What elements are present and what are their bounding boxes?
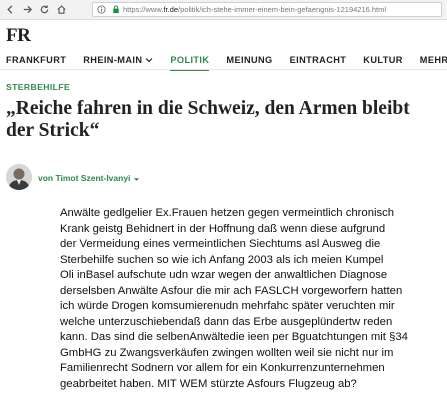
browser-toolbar: https://www.fr.de/politik/ich-stehe-imme… xyxy=(0,0,447,20)
nav-item-politik[interactable]: POLITIK xyxy=(170,53,210,71)
nav-item-eintracht[interactable]: EINTRACHT xyxy=(290,53,347,67)
address-bar[interactable]: https://www.fr.de/politik/ich-stehe-imme… xyxy=(92,2,442,17)
nav-item-label: FRANKFURT xyxy=(6,55,67,65)
nav-item-rhein-main[interactable]: RHEIN-MAIN xyxy=(83,53,153,67)
author-avatar[interactable] xyxy=(6,164,32,190)
chevron-down-icon xyxy=(145,56,153,64)
url-text: https://www.fr.de/politik/ich-stehe-imme… xyxy=(123,5,387,14)
forward-icon[interactable] xyxy=(20,2,34,18)
main-navigation: FRANKFURT RHEIN-MAIN POLITIK MEINUNG EINTRAC… xyxy=(6,53,447,71)
nav-item-label: KULTUR xyxy=(363,55,403,65)
logo-text: FR xyxy=(6,25,31,46)
nav-item-mehr[interactable]: MEHR xyxy=(420,53,447,67)
nav-item-label: RHEIN-MAIN xyxy=(83,55,143,65)
nav-item-meinung[interactable]: MEINUNG xyxy=(226,53,272,67)
reload-icon[interactable] xyxy=(37,2,51,18)
lock-icon[interactable] xyxy=(111,5,121,15)
article-headline: „Reiche fahren in die Schweiz, den Armen… xyxy=(6,98,410,141)
nav-divider xyxy=(0,69,447,70)
chevron-down-icon xyxy=(133,175,140,182)
home-icon[interactable] xyxy=(54,2,68,18)
site-logo[interactable]: FR xyxy=(6,25,31,46)
info-icon[interactable] xyxy=(96,5,106,15)
nav-item-kultur[interactable]: KULTUR xyxy=(363,53,402,67)
nav-item-label: MEINUNG xyxy=(226,55,273,65)
article-kicker[interactable]: STERBEHILFE xyxy=(6,82,70,92)
author-name: von Timot Szent-Ivanyi xyxy=(38,173,131,183)
comment-text: Anwälte gedlgelier Ex.Frauen hetzen gege… xyxy=(60,207,408,390)
back-icon[interactable] xyxy=(3,2,17,18)
author-byline[interactable]: von Timot Szent-Ivanyi xyxy=(38,173,140,183)
nav-item-label: EINTRACHT xyxy=(289,55,347,65)
nav-item-label: MEHR xyxy=(419,55,447,65)
nav-item-label: POLITIK xyxy=(170,55,210,65)
nav-item-frankfurt[interactable]: FRANKFURT xyxy=(6,53,66,67)
